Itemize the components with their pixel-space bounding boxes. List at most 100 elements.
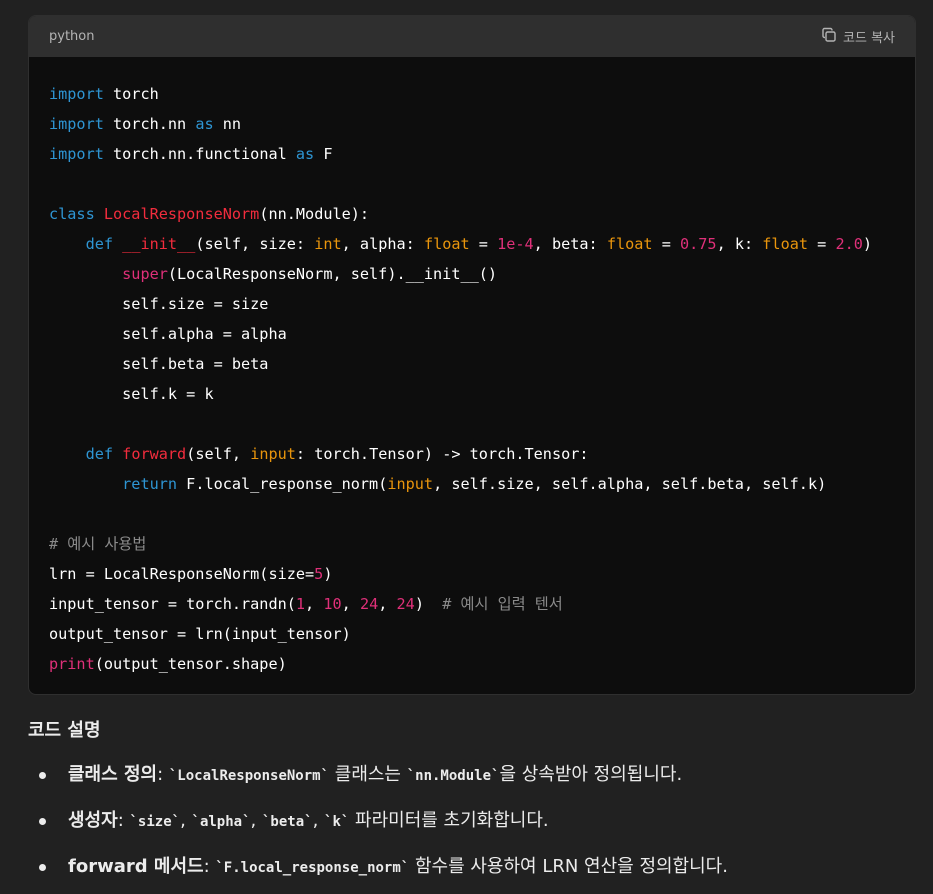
code-token: lrn = LocalResponseNorm(size= <box>49 565 315 583</box>
code-token: self.k = k <box>49 385 214 403</box>
code-token: self.alpha = alpha <box>49 325 287 343</box>
code-token: as <box>195 115 214 133</box>
code-line: # 예시 사용법 <box>49 529 915 559</box>
explanation-text: , <box>312 810 325 831</box>
code-token: float <box>762 235 808 253</box>
code-token: print <box>49 655 95 673</box>
code-token: float <box>423 235 470 253</box>
code-token: self.size = size <box>49 295 269 313</box>
code-token: 24 <box>359 595 379 613</box>
inline-code: `k` <box>324 814 350 830</box>
code-token: (self, size: <box>195 235 315 253</box>
code-token: , <box>341 595 360 613</box>
code-token: (self, <box>186 445 251 463</box>
code-token: torch <box>103 85 159 103</box>
explanation-heading: 코드 설명 <box>28 720 101 741</box>
code-token: , self.size, self.alpha, self.beta, self… <box>433 475 827 493</box>
code-line: import torch.nn.functional as F <box>49 139 915 169</box>
code-token: , <box>378 595 397 613</box>
code-token: torch.nn.functional <box>103 145 296 163</box>
code-token: 1e-4 <box>497 235 534 253</box>
code-line: self.k = k <box>49 379 915 409</box>
code-line: super(LocalResponseNorm, self).__init__(… <box>49 259 915 289</box>
code-block-header: python 코드 복사 <box>29 16 915 57</box>
inline-code: `LocalResponseNorm` <box>168 768 330 784</box>
code-token: output_tensor = lrn(input_tensor) <box>49 625 351 643</box>
code-token: , beta: <box>533 235 607 253</box>
code-token: # 예시 사용법 <box>49 535 147 553</box>
code-token: input_tensor = torch.randn( <box>49 595 296 613</box>
copy-icon <box>821 27 837 47</box>
code-token: F.local_response_norm( <box>177 475 388 493</box>
inline-code: `beta` <box>261 814 313 830</box>
explanation-item: 클래스 정의: `LocalResponseNorm` 클래스는 `nn.Mod… <box>28 756 728 802</box>
code-token: (LocalResponseNorm, self).__init__() <box>167 265 498 283</box>
code-line: output_tensor = lrn(input_tensor) <box>49 619 915 649</box>
code-line: lrn = LocalResponseNorm(size=5) <box>49 559 915 589</box>
explanation-separator: : <box>117 810 130 831</box>
code-token: input <box>387 475 434 493</box>
code-token: import <box>49 115 104 133</box>
explanation-text: 파라미터를 초기화합니다. <box>349 810 549 831</box>
inline-code: `nn.Module` <box>406 768 500 784</box>
code-token: __init__ <box>122 235 196 253</box>
code-line: import torch.nn as nn <box>49 109 915 139</box>
code-line: def forward(self, input: torch.Tensor) -… <box>49 439 915 469</box>
code-token: def <box>85 235 114 253</box>
code-token: import <box>49 85 104 103</box>
code-line: input_tensor = torch.randn(1, 10, 24, 24… <box>49 589 915 619</box>
code-token: # 예시 입력 텐서 <box>442 595 563 613</box>
explanation-separator: : <box>203 856 216 877</box>
explanation-term: 생성자 <box>68 810 118 831</box>
explanation-text: , <box>180 810 192 831</box>
code-language-label: python <box>49 29 95 44</box>
code-line: self.alpha = alpha <box>49 319 915 349</box>
code-token: 2.0 <box>835 235 863 253</box>
code-token: input <box>250 445 296 463</box>
code-token: ) <box>862 235 873 253</box>
code-token: def <box>85 445 114 463</box>
code-line: import torch <box>49 79 915 109</box>
code-token: nn <box>213 115 242 133</box>
code-line: print(output_tensor.shape) <box>49 649 915 679</box>
code-token: super <box>122 265 168 283</box>
code-token: 5 <box>314 565 324 583</box>
code-line: self.size = size <box>49 289 915 319</box>
code-token: , <box>305 595 324 613</box>
code-token: F <box>314 145 333 163</box>
explanation-separator: : <box>157 764 169 785</box>
code-token: 1 <box>295 595 306 613</box>
code-token: return <box>122 475 178 493</box>
code-token: self.beta = beta <box>49 355 269 373</box>
code-token: LocalResponseNorm <box>103 205 260 223</box>
code-line: return F.local_response_norm(input, self… <box>49 469 915 499</box>
explanation-item: forward 메서드: `F.local_response_norm` 함수를… <box>28 848 728 894</box>
code-line: self.beta = beta <box>49 349 915 379</box>
code-token: ) <box>414 595 443 613</box>
code-token: as <box>295 145 315 163</box>
code-token: (output_tensor.shape) <box>94 655 287 673</box>
code-token: 24 <box>396 595 415 613</box>
inline-code: `F.local_response_norm` <box>215 860 410 876</box>
explanation-term: forward 메서드 <box>68 856 204 877</box>
code-token: = <box>652 235 680 253</box>
explanation-text: 클래스는 <box>329 764 407 785</box>
explanation-text: 을 상속받아 정의됩니다. <box>499 764 683 785</box>
code-content[interactable]: import torch import torch.nn as nn import … <box>29 57 915 679</box>
code-token: (nn.Module): <box>259 205 370 223</box>
explanation-text: 함수를 사용하여 LRN 연산을 정의합니다. <box>409 856 728 877</box>
copy-code-button[interactable]: 코드 복사 <box>821 27 895 47</box>
inline-code: `size` <box>129 814 181 830</box>
code-token: float <box>606 235 653 253</box>
explanation-term: 클래스 정의 <box>68 764 158 785</box>
code-token: = <box>469 235 498 253</box>
copy-code-label: 코드 복사 <box>843 31 895 46</box>
